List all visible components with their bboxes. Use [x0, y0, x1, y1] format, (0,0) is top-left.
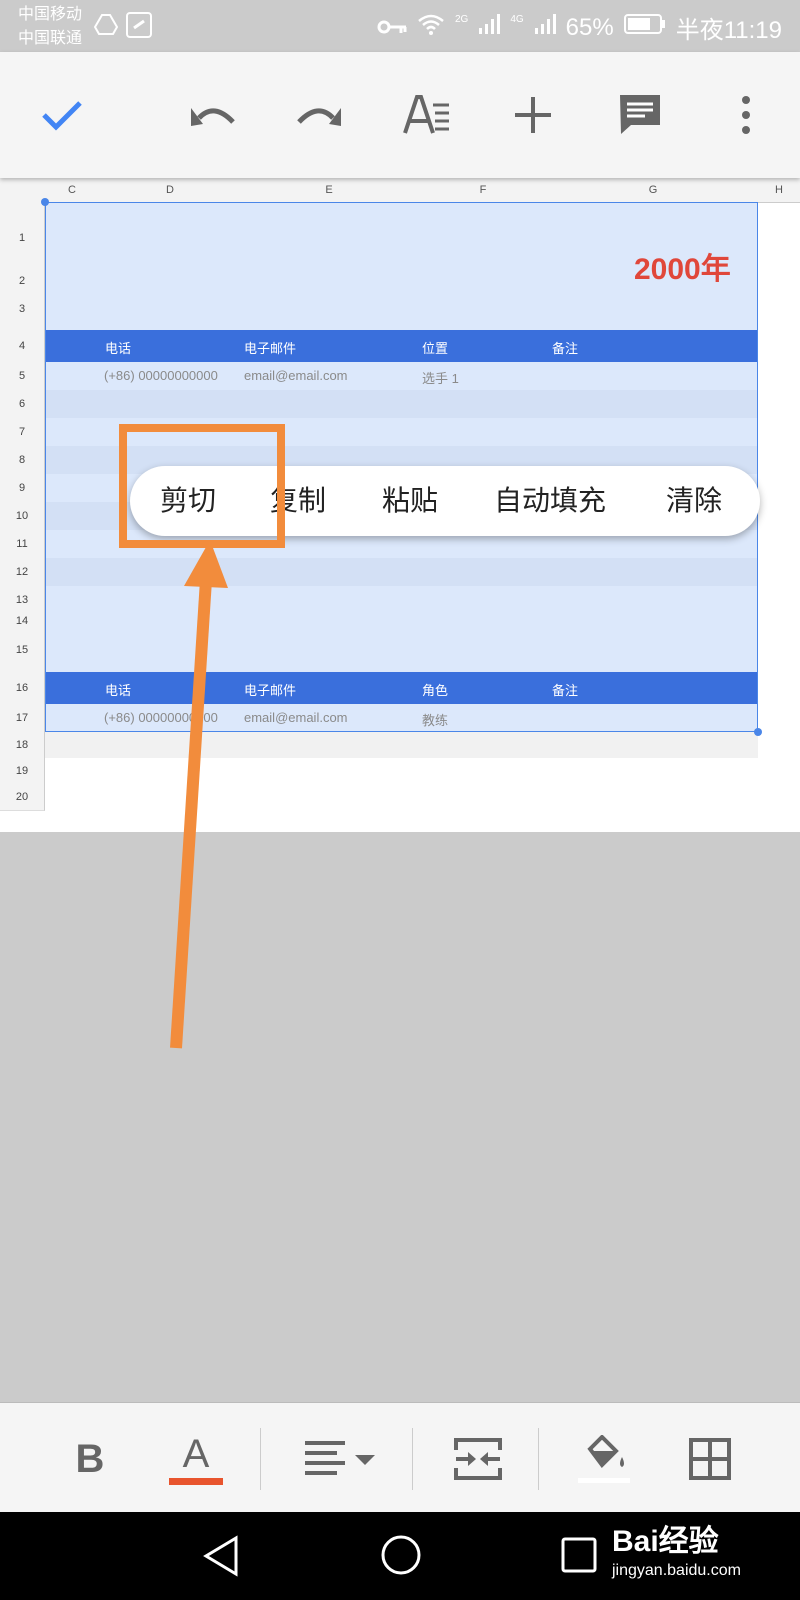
annotation-arrow: [170, 540, 228, 1049]
